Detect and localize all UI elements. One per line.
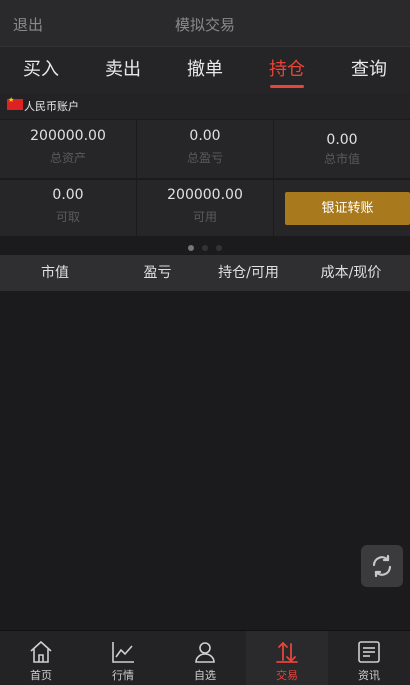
account-row: 人民币账户 [0, 93, 410, 119]
column-cost-price: 成本/现价 [320, 265, 382, 281]
available-label: 可用 [192, 210, 217, 224]
total-assets-value: 200000.00 [30, 128, 106, 144]
home-icon [30, 640, 52, 663]
tab-buy[interactable]: 买入 [0, 47, 82, 93]
tab-query[interactable]: 查询 [328, 47, 410, 93]
transfer-cell: 银证转账 [274, 180, 410, 236]
nav-watchlist[interactable]: 自选 [164, 631, 246, 685]
total-assets-label: 总资产 [49, 151, 86, 165]
refresh-icon [372, 554, 392, 578]
withdrawable-value: 0.00 [52, 187, 84, 203]
total-market-value-cell: 0.00 总市值 [274, 120, 410, 178]
account-name: 人民币账户 [24, 100, 79, 113]
page-dot[interactable] [188, 245, 194, 251]
nav-market-label: 行情 [112, 669, 134, 682]
positions-list[interactable] [0, 291, 410, 629]
positions-table-header: 市值 盈亏 持仓/可用 成本/现价 [0, 255, 410, 291]
total-assets-cell: 200000.00 总资产 [0, 120, 136, 178]
chart-icon [112, 642, 134, 663]
page-indicator [0, 236, 410, 254]
withdrawable-cell: 0.00 可取 [0, 180, 136, 236]
trade-icon [276, 641, 298, 663]
nav-watchlist-label: 自选 [194, 669, 216, 682]
nav-market[interactable]: 行情 [82, 631, 164, 685]
total-market-value-label: 总市值 [323, 152, 360, 166]
user-icon [195, 642, 215, 663]
nav-home-label: 首页 [30, 669, 52, 682]
withdrawable-label: 可取 [55, 210, 80, 224]
column-holding-available: 持仓/可用 [218, 265, 279, 281]
column-pnl: 盈亏 [143, 265, 172, 281]
page-title: 模拟交易 [174, 16, 235, 34]
page-dot[interactable] [202, 245, 208, 251]
refresh-button[interactable] [361, 545, 403, 587]
nav-news-label: 资讯 [358, 669, 380, 682]
total-pnl-value: 0.00 [189, 128, 221, 144]
china-flag-icon [7, 96, 23, 110]
tab-cancel-order[interactable]: 撤单 [164, 47, 246, 93]
trade-tabs: 买入 卖出 撤单 持仓 查询 [0, 46, 410, 94]
tab-positions[interactable]: 持仓 [246, 47, 328, 93]
tab-sell[interactable]: 卖出 [82, 47, 164, 93]
nav-home[interactable]: 首页 [0, 631, 82, 685]
page-dot[interactable] [216, 245, 222, 251]
available-value: 200000.00 [167, 187, 243, 203]
top-bar: 退出 模拟交易 [0, 0, 410, 46]
available-cell: 200000.00 可用 [137, 180, 273, 236]
nav-trade-label: 交易 [276, 669, 298, 682]
total-pnl-cell: 0.00 总盈亏 [137, 120, 273, 178]
nav-trade[interactable]: 交易 [246, 631, 328, 685]
bottom-nav: 首页 行情 自选 交易 资讯 [0, 630, 410, 685]
nav-news[interactable]: 资讯 [328, 631, 410, 685]
column-market-value: 市值 [41, 265, 69, 281]
total-pnl-label: 总盈亏 [186, 151, 223, 165]
news-icon [358, 641, 380, 663]
bank-securities-transfer-button[interactable]: 银证转账 [285, 192, 410, 225]
total-market-value-value: 0.00 [326, 132, 358, 148]
